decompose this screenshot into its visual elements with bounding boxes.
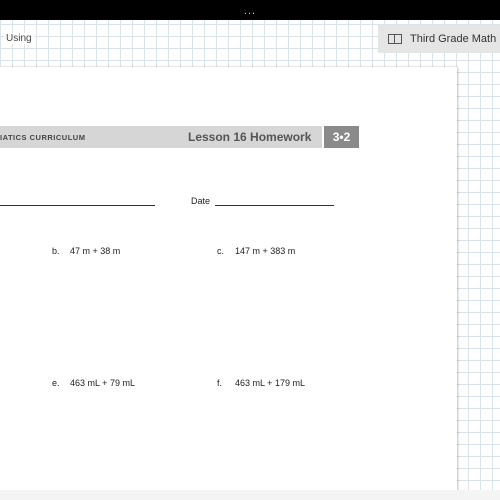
book-icon	[388, 34, 402, 44]
notebook-tab-label: Third Grade Math	[410, 33, 497, 45]
more-options-icon[interactable]: ...	[244, 6, 256, 17]
problem-letter: f.	[217, 378, 223, 388]
name-blank-line	[0, 205, 155, 206]
problem-b: b. 47 m + 38 m	[52, 246, 120, 256]
window-title-bar: ...	[0, 0, 500, 20]
problem-expression: 147 m + 383 m	[235, 246, 296, 256]
problem-letter: c.	[217, 246, 225, 256]
problem-letter: e.	[52, 378, 60, 388]
bottom-scroll-area[interactable]	[0, 490, 500, 500]
problem-letter: b.	[52, 246, 60, 256]
date-blank-line	[215, 205, 334, 206]
problem-expression: 463 mL + 179 mL	[235, 378, 305, 388]
worksheet-page: IATICS CURRICULUM Lesson 16 Homework 3•2…	[0, 67, 457, 500]
lesson-title: Lesson 16 Homework	[188, 130, 312, 144]
section-label: Using	[4, 33, 34, 44]
module-badge: 3•2	[324, 126, 359, 148]
date-label: Date	[191, 196, 211, 206]
problem-e: e. 463 mL + 79 mL	[52, 378, 135, 388]
notebook-tab[interactable]: Third Grade Math	[378, 25, 500, 53]
problem-expression: 47 m + 38 m	[70, 246, 121, 256]
problem-expression: 463 mL + 79 mL	[70, 378, 135, 388]
problem-c: c. 147 m + 383 m	[217, 246, 295, 256]
curriculum-label: IATICS CURRICULUM	[0, 133, 86, 142]
problem-f: f. 463 mL + 179 mL	[217, 378, 305, 388]
